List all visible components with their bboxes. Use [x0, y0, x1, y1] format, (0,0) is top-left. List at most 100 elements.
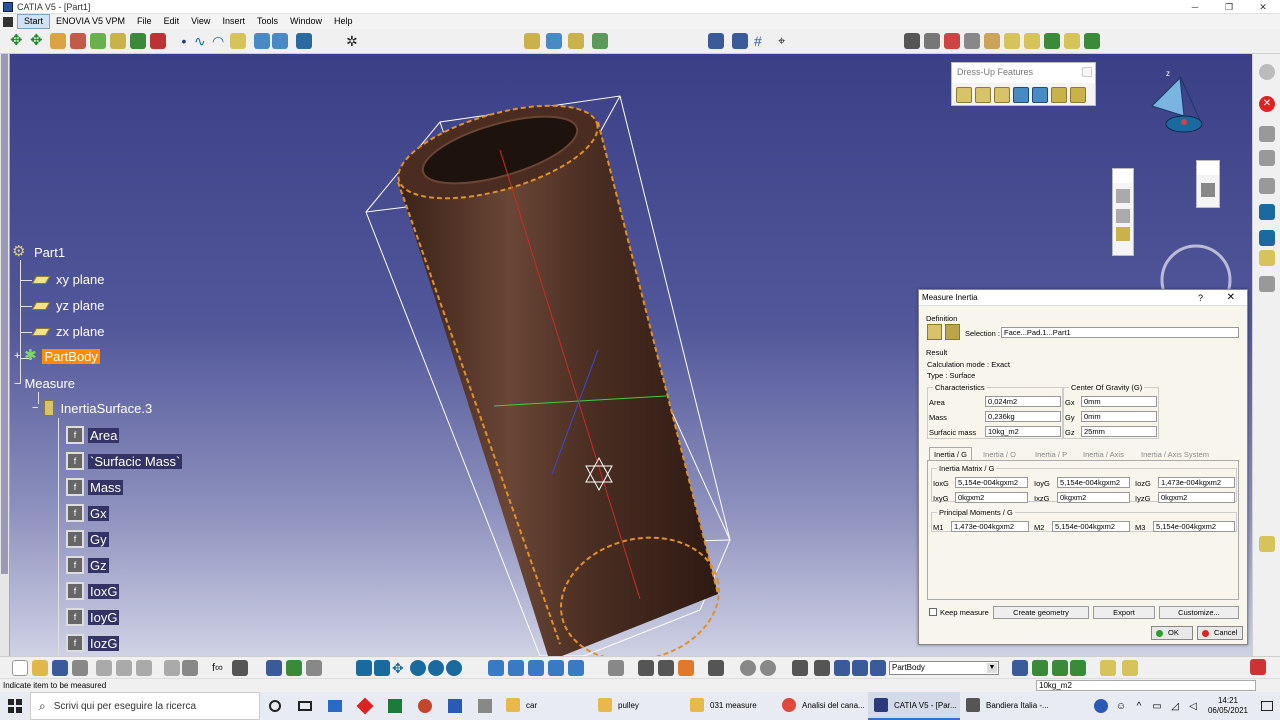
material-tool-icon[interactable]	[1259, 536, 1275, 552]
tree-item-inertia-surface[interactable]: − InertiaSurface.3	[32, 400, 154, 416]
shell-icon[interactable]	[254, 33, 270, 49]
symmetry-icon[interactable]	[90, 33, 106, 49]
menu-insert[interactable]: Insert	[216, 14, 251, 29]
powerpoint-icon[interactable]	[410, 692, 440, 720]
iyzg-field[interactable]: 0kgxm2	[1158, 492, 1235, 503]
notifications-icon[interactable]	[1254, 692, 1280, 720]
files-icon[interactable]	[470, 692, 500, 720]
measure-toolbar-icon[interactable]	[608, 660, 624, 676]
menu-enovia[interactable]: ENOVIA V5 VPM	[50, 14, 131, 29]
tree-item-yz-plane[interactable]: yz plane	[31, 298, 106, 313]
taskbar-item-measure[interactable]: 031 measure	[684, 692, 776, 720]
close-button[interactable]: ✕	[1246, 0, 1280, 14]
tree-param-ioxg[interactable]: f IoxG	[66, 582, 120, 600]
minimize-button[interactable]: ─	[1178, 0, 1212, 14]
circle-icon[interactable]: ◠	[212, 33, 228, 49]
3d-annotation-icon[interactable]	[1116, 227, 1130, 241]
menu-window[interactable]: Window	[284, 14, 328, 29]
mail-icon[interactable]	[320, 692, 350, 720]
chamfer-icon[interactable]	[975, 87, 991, 103]
publish-icon[interactable]	[1012, 660, 1028, 676]
search-tool-icon[interactable]	[1259, 64, 1275, 80]
remove-face-icon[interactable]	[1070, 87, 1086, 103]
volume-icon[interactable]: ◁	[1184, 692, 1202, 720]
menu-view[interactable]: View	[185, 14, 216, 29]
sketcher-icon[interactable]	[904, 33, 920, 49]
copy-icon[interactable]	[116, 660, 132, 676]
tree-param-mass[interactable]: f Mass	[66, 478, 124, 496]
tree-param-gy[interactable]: f Gy	[66, 530, 109, 548]
tree-root[interactable]: ⚙ Part1	[12, 244, 67, 260]
open-file-icon[interactable]	[32, 660, 48, 676]
new-file-icon[interactable]	[12, 660, 28, 676]
mass-value-field[interactable]: 0,236kg	[985, 411, 1061, 422]
thickness-icon[interactable]	[272, 33, 288, 49]
create-geometry-button[interactable]: Create geometry	[993, 606, 1089, 619]
tree-param-iozg[interactable]: f IozG	[66, 634, 120, 652]
curve-icon[interactable]: ∿	[194, 33, 210, 49]
taskbar-item-chrome[interactable]: Analisi del cana...	[776, 692, 868, 720]
axis-tool-icon[interactable]	[1259, 204, 1275, 220]
gx-value-field[interactable]: 0mm	[1081, 396, 1157, 407]
projection-tool-icon[interactable]	[1259, 276, 1275, 292]
shaft-icon[interactable]	[568, 33, 584, 49]
move-icon[interactable]: ✥	[30, 33, 46, 49]
menu-file[interactable]: File	[131, 14, 158, 29]
fit-all-in-icon[interactable]	[374, 660, 390, 676]
shading-icon[interactable]	[1004, 33, 1020, 49]
ioxg-field[interactable]: 5,154e-004kgxm2	[955, 477, 1028, 488]
battery-icon[interactable]: ▭	[1148, 692, 1166, 720]
sketch-toolbar[interactable]	[1196, 160, 1220, 208]
taskbar-item-catia[interactable]: CATIA V5 - [Par...	[868, 692, 960, 720]
help-icon[interactable]	[182, 660, 198, 676]
thickness-tool-icon[interactable]	[1032, 87, 1048, 103]
normal-view-button-icon[interactable]	[488, 660, 504, 676]
hide-show-icon[interactable]	[1024, 33, 1040, 49]
formula-icon[interactable]: f∞	[212, 660, 228, 676]
rotate-icon[interactable]	[70, 33, 86, 49]
power-input-field[interactable]: 10kg_m2	[1036, 680, 1256, 691]
filter-icon[interactable]	[852, 660, 868, 676]
menu-edit[interactable]: Edit	[158, 14, 186, 29]
point-icon[interactable]: •	[176, 33, 192, 49]
part-design-icon[interactable]	[1122, 660, 1138, 676]
surfacic-mass-field[interactable]: 10kg_m2	[985, 426, 1061, 437]
geometry-icon[interactable]	[834, 660, 850, 676]
tree-item-zx-plane[interactable]: zx plane	[31, 324, 106, 339]
m3-field[interactable]: 5,154e-004kgxm2	[1153, 521, 1235, 532]
maximize-button[interactable]: ❐	[1212, 0, 1246, 14]
cancel-button[interactable]: Cancel	[1197, 626, 1243, 640]
pan-view-icon[interactable]: ✥	[392, 660, 408, 676]
affinity-icon[interactable]	[130, 33, 146, 49]
acrobat-icon[interactable]	[350, 692, 380, 720]
compass-icon[interactable]: z	[1151, 69, 1203, 133]
person-icon[interactable]: ☺	[1112, 692, 1130, 720]
tree-param-surfacic-mass[interactable]: f `Surfacic Mass`	[66, 452, 183, 470]
table-icon[interactable]	[266, 660, 282, 676]
ok-button[interactable]: OK	[1151, 626, 1193, 640]
selection-mode-icon[interactable]	[870, 660, 886, 676]
line-tool-icon[interactable]	[1259, 126, 1275, 142]
annotation-toolbar[interactable]	[1112, 168, 1134, 256]
tab-inertia-g[interactable]: Inertia / G	[929, 447, 972, 461]
draft-icon[interactable]	[994, 87, 1010, 103]
apply-material-icon[interactable]	[296, 33, 312, 49]
paste-icon[interactable]	[136, 660, 152, 676]
help-tray-icon[interactable]	[1090, 692, 1112, 720]
fillet-icon[interactable]	[956, 87, 972, 103]
plane-icon[interactable]	[230, 33, 246, 49]
zoom-in-icon[interactable]	[964, 33, 980, 49]
assemble-icon[interactable]	[592, 33, 608, 49]
catalog-icon[interactable]	[1032, 660, 1048, 676]
tree-item-xy-plane[interactable]: xy plane	[31, 272, 106, 287]
scaling-icon[interactable]	[110, 33, 126, 49]
fly-mode-icon[interactable]	[356, 660, 372, 676]
zoom-out-view-icon[interactable]	[446, 660, 462, 676]
measure-inertia-dialog[interactable]: Measure Inertia ? ✕ Definition Selection…	[918, 289, 1248, 645]
windows-start-button[interactable]	[0, 692, 30, 720]
save-icon[interactable]	[52, 660, 68, 676]
multi-view-icon[interactable]	[1084, 33, 1100, 49]
design-table-icon[interactable]	[306, 660, 322, 676]
tree-param-gz[interactable]: f Gz	[66, 556, 109, 574]
tree-param-gx[interactable]: f Gx	[66, 504, 109, 522]
